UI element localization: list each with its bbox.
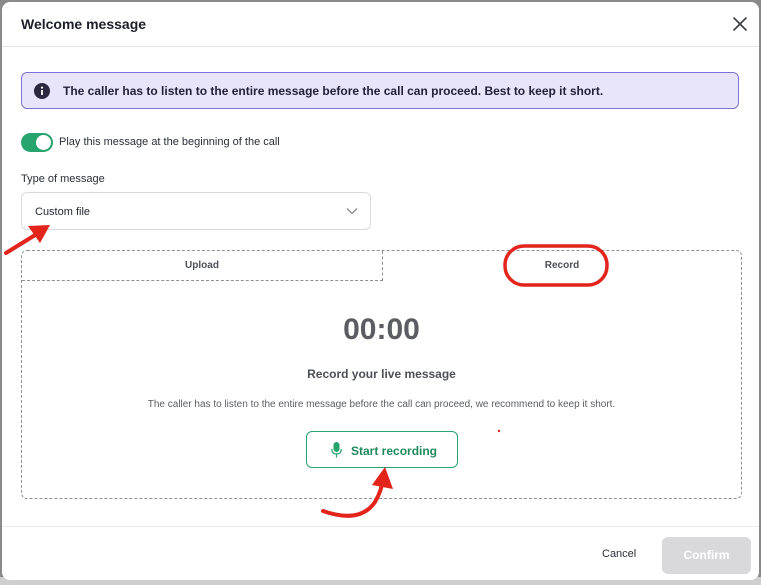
dialog-title: Welcome message [21, 16, 147, 32]
message-type-select[interactable]: Custom file [21, 192, 371, 230]
toggle-knob [36, 135, 51, 150]
info-banner-text: The caller has to listen to the entire m… [63, 84, 604, 98]
info-banner: The caller has to listen to the entire m… [21, 72, 739, 109]
dialog-footer: Cancel Confirm [2, 526, 759, 580]
start-recording-label: Start recording [351, 444, 438, 458]
tab-upload[interactable]: Upload [22, 251, 383, 281]
cancel-button[interactable]: Cancel [602, 548, 636, 560]
welcome-message-dialog: Welcome message The caller has to listen… [2, 2, 759, 580]
microphone-icon [331, 442, 342, 458]
record-title: Record your live message [307, 367, 456, 381]
confirm-button[interactable]: Confirm [662, 537, 751, 574]
tab-record[interactable]: Record [383, 251, 741, 281]
dialog-header: Welcome message [2, 2, 759, 47]
message-type-label: Type of message [21, 173, 105, 185]
info-icon [34, 83, 50, 99]
start-recording-button[interactable]: Start recording [306, 431, 458, 468]
play-message-toggle-label: Play this message at the beginning of th… [59, 136, 280, 148]
recording-timer: 00:00 [343, 313, 420, 346]
message-type-value: Custom file [35, 206, 91, 218]
record-description: The caller has to listen to the entire m… [147, 399, 616, 410]
close-icon[interactable] [731, 15, 749, 33]
play-message-toggle[interactable] [21, 133, 53, 152]
message-source-panel: Upload Record 00:00 Record your live mes… [21, 250, 742, 499]
chevron-down-icon [346, 208, 358, 215]
